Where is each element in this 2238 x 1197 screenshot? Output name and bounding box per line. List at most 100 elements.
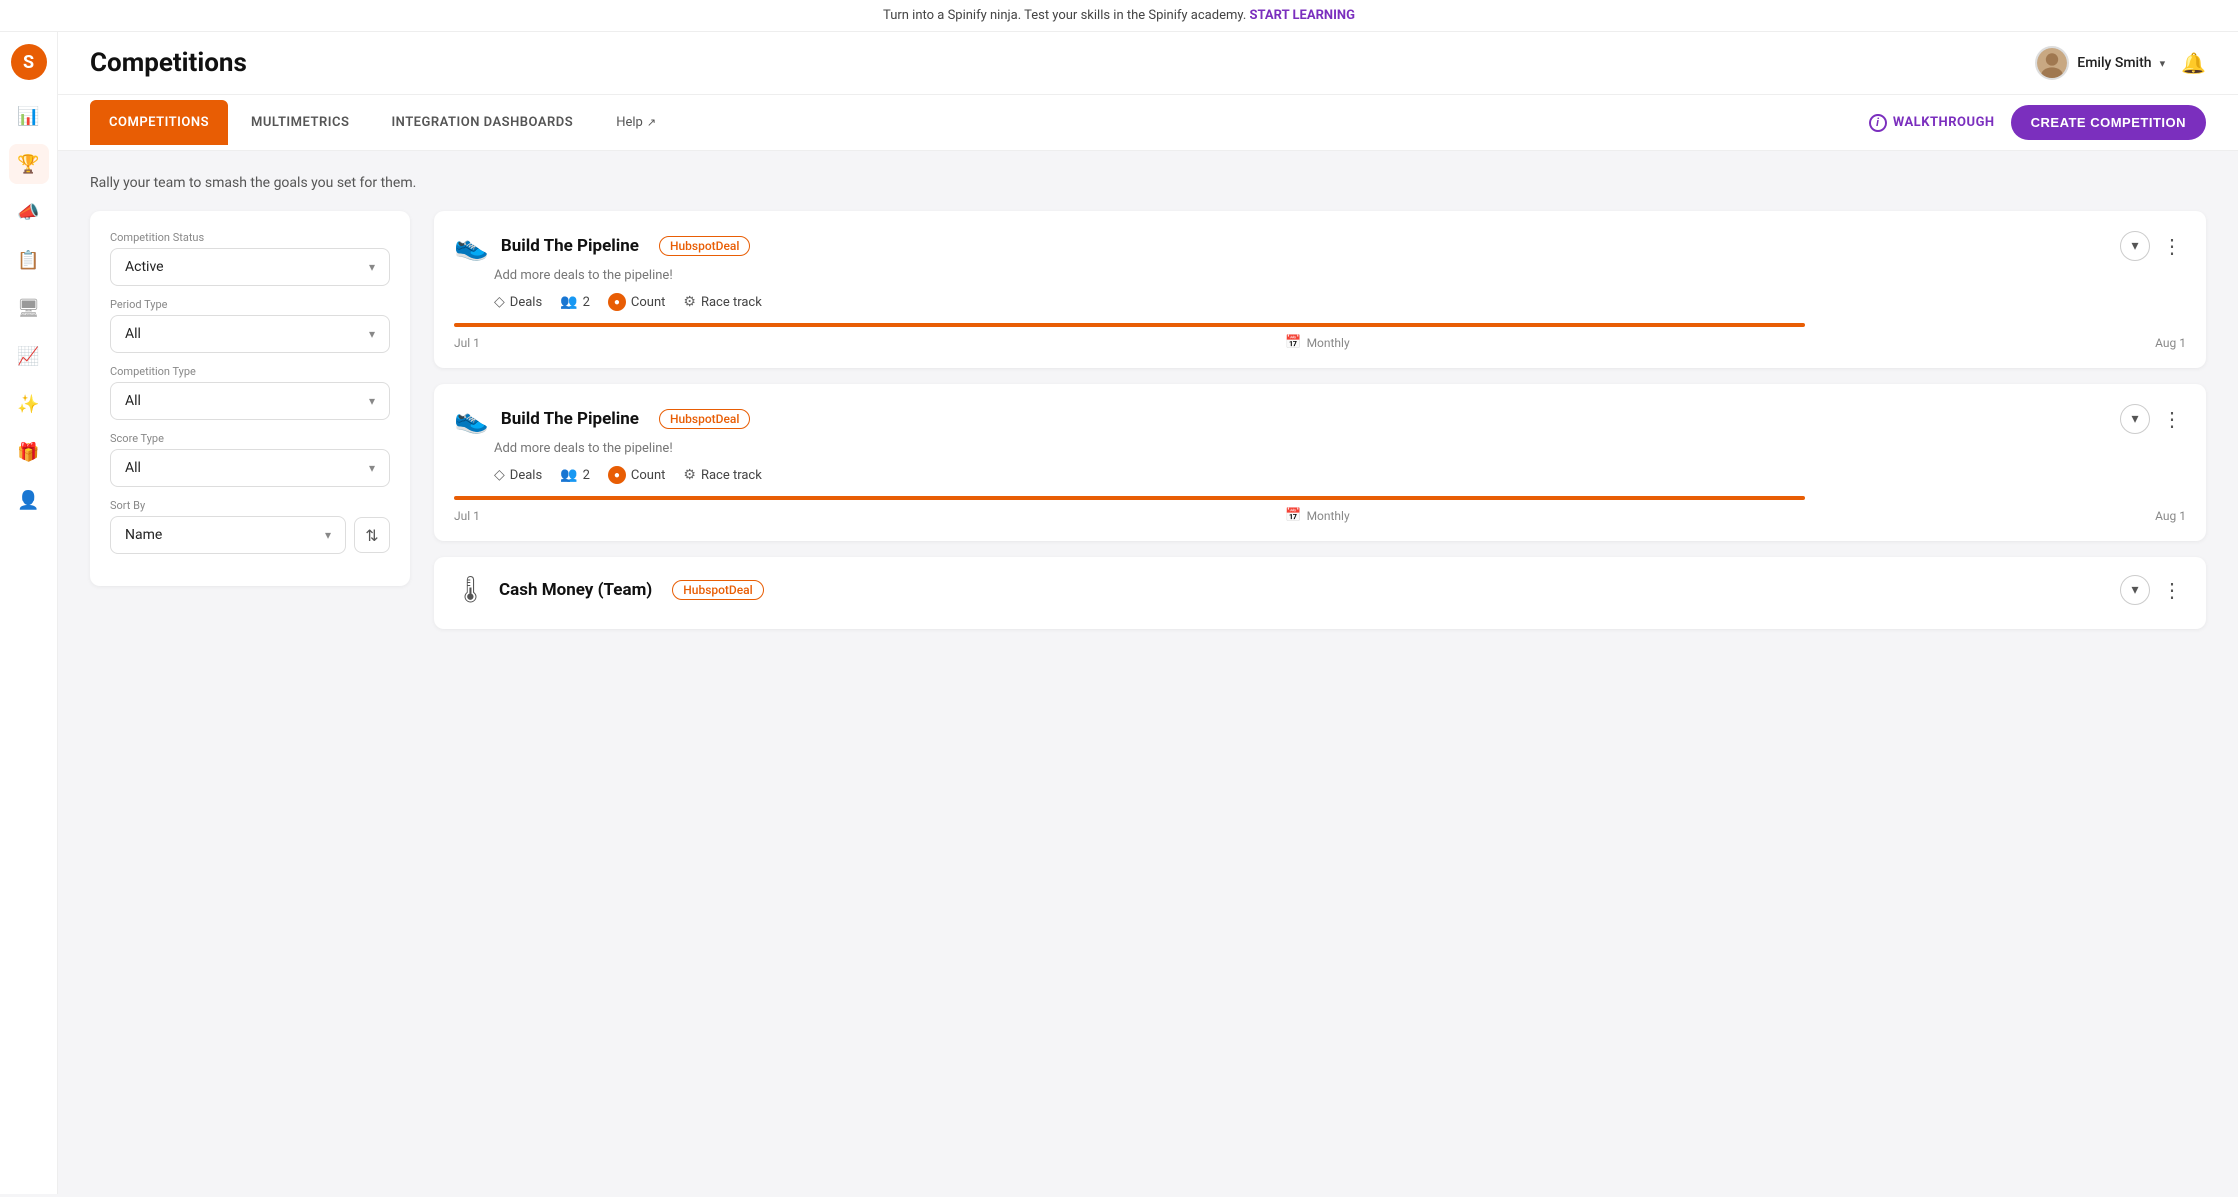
sidebar-item-monitor[interactable]: 🖥 xyxy=(9,288,49,328)
help-link[interactable]: Help ↗ xyxy=(608,101,664,144)
tab-multimetrics[interactable]: MULTIMETRICS xyxy=(232,100,368,145)
page-body: Rally your team to smash the goals you s… xyxy=(58,151,2238,669)
walkthrough-button[interactable]: i WALKTHROUGH xyxy=(1869,114,1995,132)
tab-competitions-label: COMPETITIONS xyxy=(109,115,209,130)
race-track-icon: ⚙ xyxy=(683,467,696,483)
meta-score: ● Count xyxy=(608,466,665,484)
card-description: Add more deals to the pipeline! xyxy=(494,441,2186,456)
sidebar-item-trend[interactable]: 📈 xyxy=(9,336,49,376)
sort-by-label: Sort By xyxy=(110,499,390,512)
tab-integration-dashboards[interactable]: INTEGRATION DASHBOARDS xyxy=(372,100,592,145)
competition-title: Cash Money (Team) xyxy=(499,580,652,600)
sidebar-item-chart[interactable]: 📊 xyxy=(9,96,49,136)
tab-competitions[interactable]: COMPETITIONS xyxy=(90,100,228,145)
user-info[interactable]: Emily Smith ▾ xyxy=(2035,46,2165,80)
filter-score-type: Score Type All ▾ xyxy=(110,432,390,487)
competition-status-label: Competition Status xyxy=(110,231,390,244)
period-type-select[interactable]: All ▾ xyxy=(110,315,390,353)
count-badge-icon: ● xyxy=(608,466,626,484)
date-center: 📅 Monthly xyxy=(1285,508,1349,523)
filter-panel: Competition Status Active ▾ Period Type … xyxy=(90,211,410,586)
card-actions: ▾ ⋮ xyxy=(2120,231,2186,261)
card-menu-button[interactable]: ⋮ xyxy=(2158,234,2186,258)
people-icon: 👥 xyxy=(560,294,577,310)
sidebar-logo[interactable]: S xyxy=(11,44,47,80)
competition-status-value: Active xyxy=(125,259,164,275)
competition-icon: 👟 xyxy=(454,229,489,262)
date-end: Aug 1 xyxy=(2155,509,2186,523)
sort-by-chevron-icon: ▾ xyxy=(325,528,331,542)
card-menu-button[interactable]: ⋮ xyxy=(2158,578,2186,602)
type-label: Race track xyxy=(701,295,762,310)
card-title-area: 🌡 Cash Money (Team) HubspotDeal xyxy=(454,575,764,605)
sidebar-item-person[interactable]: 👤 xyxy=(9,480,49,520)
participants-count: 2 xyxy=(583,295,590,310)
card-chevron-icon: ▾ xyxy=(2131,411,2138,427)
avatar xyxy=(2035,46,2069,80)
sidebar-item-trophy[interactable]: 🏆 xyxy=(9,144,49,184)
calendar-icon: 📅 xyxy=(1285,335,1301,350)
filter-competition-status: Competition Status Active ▾ xyxy=(110,231,390,286)
sort-row: Name ▾ ⇅ xyxy=(110,516,390,554)
person-icon: 👤 xyxy=(17,490,39,511)
info-icon: i xyxy=(1869,114,1887,132)
date-start: Jul 1 xyxy=(454,509,480,523)
competition-status-select[interactable]: Active ▾ xyxy=(110,248,390,286)
create-competition-button[interactable]: CREATE COMPETITION xyxy=(2011,105,2206,140)
sidebar-item-list[interactable]: 📋 xyxy=(9,240,49,280)
score-type-value: All xyxy=(125,460,141,476)
card-expand-button[interactable]: ▾ xyxy=(2120,575,2150,605)
score-type-label: Score Type xyxy=(110,432,390,445)
trophy-icon: 🏆 xyxy=(17,154,39,175)
meta-metric: ◇ Deals xyxy=(494,294,542,310)
period-type-chevron-icon: ▾ xyxy=(369,327,375,341)
competition-badge: HubspotDeal xyxy=(672,580,763,600)
sidebar-item-gift[interactable]: 🎁 xyxy=(9,432,49,472)
trend-icon: 📈 xyxy=(17,346,39,367)
filter-sort-by: Sort By Name ▾ ⇅ xyxy=(110,499,390,554)
avatar-image xyxy=(2037,46,2067,80)
score-type-chevron-icon: ▾ xyxy=(369,461,375,475)
top-banner: Turn into a Spinify ninja. Test your ski… xyxy=(0,0,2238,32)
sidebar-item-megaphone[interactable]: 📣 xyxy=(9,192,49,232)
tab-multimetrics-label: MULTIMETRICS xyxy=(251,115,349,130)
competition-title: Build The Pipeline xyxy=(501,409,639,429)
count-badge-icon: ● xyxy=(608,293,626,311)
progress-bar xyxy=(454,496,1805,500)
sidebar-item-sparkle[interactable]: ✨ xyxy=(9,384,49,424)
date-start: Jul 1 xyxy=(454,336,480,350)
external-link-icon: ↗ xyxy=(647,116,656,129)
nav-section: COMPETITIONS MULTIMETRICS INTEGRATION DA… xyxy=(58,95,2238,151)
competition-icon: 👟 xyxy=(454,402,489,435)
score-label: Count xyxy=(631,295,665,310)
date-center: 📅 Monthly xyxy=(1285,335,1349,350)
card-dates: Jul 1 📅 Monthly Aug 1 xyxy=(454,335,2186,350)
race-track-icon: ⚙ xyxy=(683,294,696,310)
card-expand-button[interactable]: ▾ xyxy=(2120,404,2150,434)
card-title-area: 👟 Build The Pipeline HubspotDeal xyxy=(454,402,750,435)
card-meta: ◇ Deals 👥 2 ● Count xyxy=(494,466,2186,484)
meta-type: ⚙ Race track xyxy=(683,467,761,483)
competition-type-select[interactable]: All ▾ xyxy=(110,382,390,420)
list-icon: 📋 xyxy=(17,250,39,271)
card-expand-button[interactable]: ▾ xyxy=(2120,231,2150,261)
sidebar: S 📊 🏆 📣 📋 🖥 📈 ✨ 🎁 👤 xyxy=(0,32,58,1194)
card-menu-button[interactable]: ⋮ xyxy=(2158,407,2186,431)
competition-type-label: Competition Type xyxy=(110,365,390,378)
sort-asc-icon: ⇅ xyxy=(365,526,378,545)
walkthrough-label: WALKTHROUGH xyxy=(1893,115,1995,130)
score-type-select[interactable]: All ▾ xyxy=(110,449,390,487)
start-learning-link[interactable]: START LEARNING xyxy=(1250,8,1355,23)
sort-by-select[interactable]: Name ▾ xyxy=(110,516,346,554)
card-chevron-icon: ▾ xyxy=(2131,582,2138,598)
card-top: 🌡 Cash Money (Team) HubspotDeal ▾ ⋮ xyxy=(454,575,2186,605)
metric-label: Deals xyxy=(510,468,542,483)
card-dates: Jul 1 📅 Monthly Aug 1 xyxy=(454,508,2186,523)
competition-card: 👟 Build The Pipeline HubspotDeal ▾ ⋮ xyxy=(434,384,2206,541)
competition-type-value: All xyxy=(125,393,141,409)
competition-badge: HubspotDeal xyxy=(659,236,750,256)
meta-participants: 👥 2 xyxy=(560,294,590,310)
sort-direction-button[interactable]: ⇅ xyxy=(354,517,390,553)
bell-icon[interactable]: 🔔 xyxy=(2181,51,2206,75)
diamond-icon: ◇ xyxy=(494,467,505,483)
